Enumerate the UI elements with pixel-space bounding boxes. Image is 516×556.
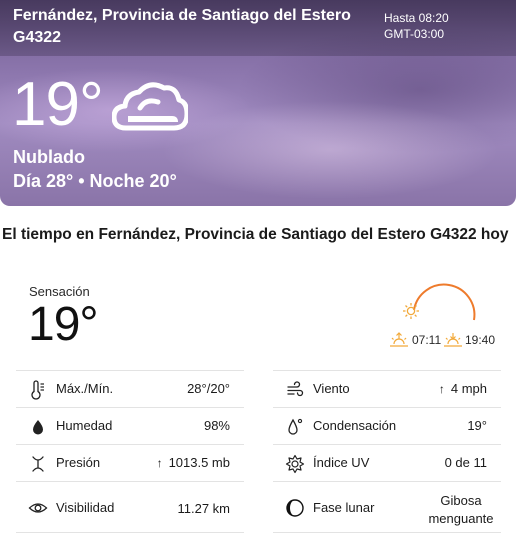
location-name: Fernández, Provincia de Santiago del Est…: [13, 7, 351, 24]
pressure-trend-arrow: ↑: [156, 456, 163, 470]
dew-point-icon: [288, 418, 303, 435]
moon-phase-line2: menguante: [428, 511, 494, 526]
moon-phase-line1: Gibosa: [440, 493, 482, 508]
details-left-column: Máx./Mín. 28°/20° Humedad 98% Presión ↑ 1…: [16, 370, 244, 533]
details-right-column: Viento ↑ 4 mph Condensación 19° Índice UV…: [273, 370, 501, 533]
humidity-drop-icon: [33, 420, 43, 435]
current-conditions-card: Fernández, Provincia de Santiago del Est…: [0, 0, 516, 206]
postal-code: G4322: [13, 29, 62, 46]
visibility-label: Visibilidad: [56, 500, 115, 515]
sunset-time: 19:40: [465, 333, 496, 347]
dew-point-value: 19°: [467, 418, 487, 433]
sunrise-icon: [390, 332, 408, 347]
location-title: Fernández, Provincia de Santiago del Est…: [13, 5, 351, 49]
timestamp: Hasta 08:20 GMT-03:00: [384, 10, 449, 42]
visibility-value: 11.27 km: [177, 501, 230, 516]
wind-icon: [287, 381, 304, 397]
wind-speed: 4 mph: [450, 381, 487, 396]
timezone: GMT-03:00: [384, 27, 445, 41]
row-visibility: Visibilidad 11.27 km: [16, 481, 244, 533]
sunset-icon: [444, 333, 462, 347]
uv-index-label: Índice UV: [313, 455, 370, 470]
dew-point-label: Condensación: [313, 418, 397, 433]
sunrise-time: 07:11: [412, 333, 442, 347]
moon-phase-icon: [286, 499, 304, 517]
sun-icon: [403, 303, 419, 319]
valid-until: Hasta 08:20: [384, 11, 449, 25]
row-dew-point: Condensación 19°: [273, 407, 501, 444]
row-pressure: Presión ↑ 1013.5 mb: [16, 444, 244, 481]
wind-value: ↑ 4 mph: [439, 381, 487, 396]
uv-index-icon: [285, 454, 305, 474]
row-moon-phase: Fase lunar Gibosa menguante: [273, 481, 501, 533]
wind-label: Viento: [313, 381, 350, 396]
humidity-label: Humedad: [56, 418, 113, 433]
condition-text: Nublado: [13, 147, 85, 167]
pressure-number: 1013.5 mb: [168, 455, 230, 470]
moon-phase-value: Gibosa menguante: [421, 492, 501, 528]
day-night-temperatures: Día 28° • Noche 20°: [13, 171, 177, 191]
uv-index-value: 0 de 11: [444, 455, 487, 470]
max-min-label: Máx./Mín.: [56, 381, 114, 396]
row-humidity: Humedad 98%: [16, 407, 244, 444]
pressure-icon: [32, 456, 44, 472]
pressure-label: Presión: [56, 455, 101, 470]
cloud-icon: [112, 82, 188, 131]
feels-like-value: 19°: [28, 298, 99, 351]
feels-like-label: Sensación: [29, 284, 90, 299]
humidity-value: 98%: [203, 418, 230, 433]
eye-icon: [28, 503, 48, 513]
row-wind: Viento ↑ 4 mph: [273, 370, 501, 407]
pressure-value: ↑ 1013.5 mb: [157, 455, 230, 470]
row-uv-index: Índice UV 0 de 11: [273, 444, 501, 481]
today-details-title: El tiempo en Fernández, Provincia de San…: [2, 226, 509, 243]
row-max-min: Máx./Mín. 28°/20°: [16, 370, 244, 407]
moon-phase-label: Fase lunar: [313, 500, 375, 515]
thermometer-icon: [31, 380, 44, 400]
wind-direction-arrow: ↑: [438, 382, 445, 396]
current-temperature: 19°: [12, 70, 104, 139]
max-min-value: 28°/20°: [187, 381, 230, 396]
